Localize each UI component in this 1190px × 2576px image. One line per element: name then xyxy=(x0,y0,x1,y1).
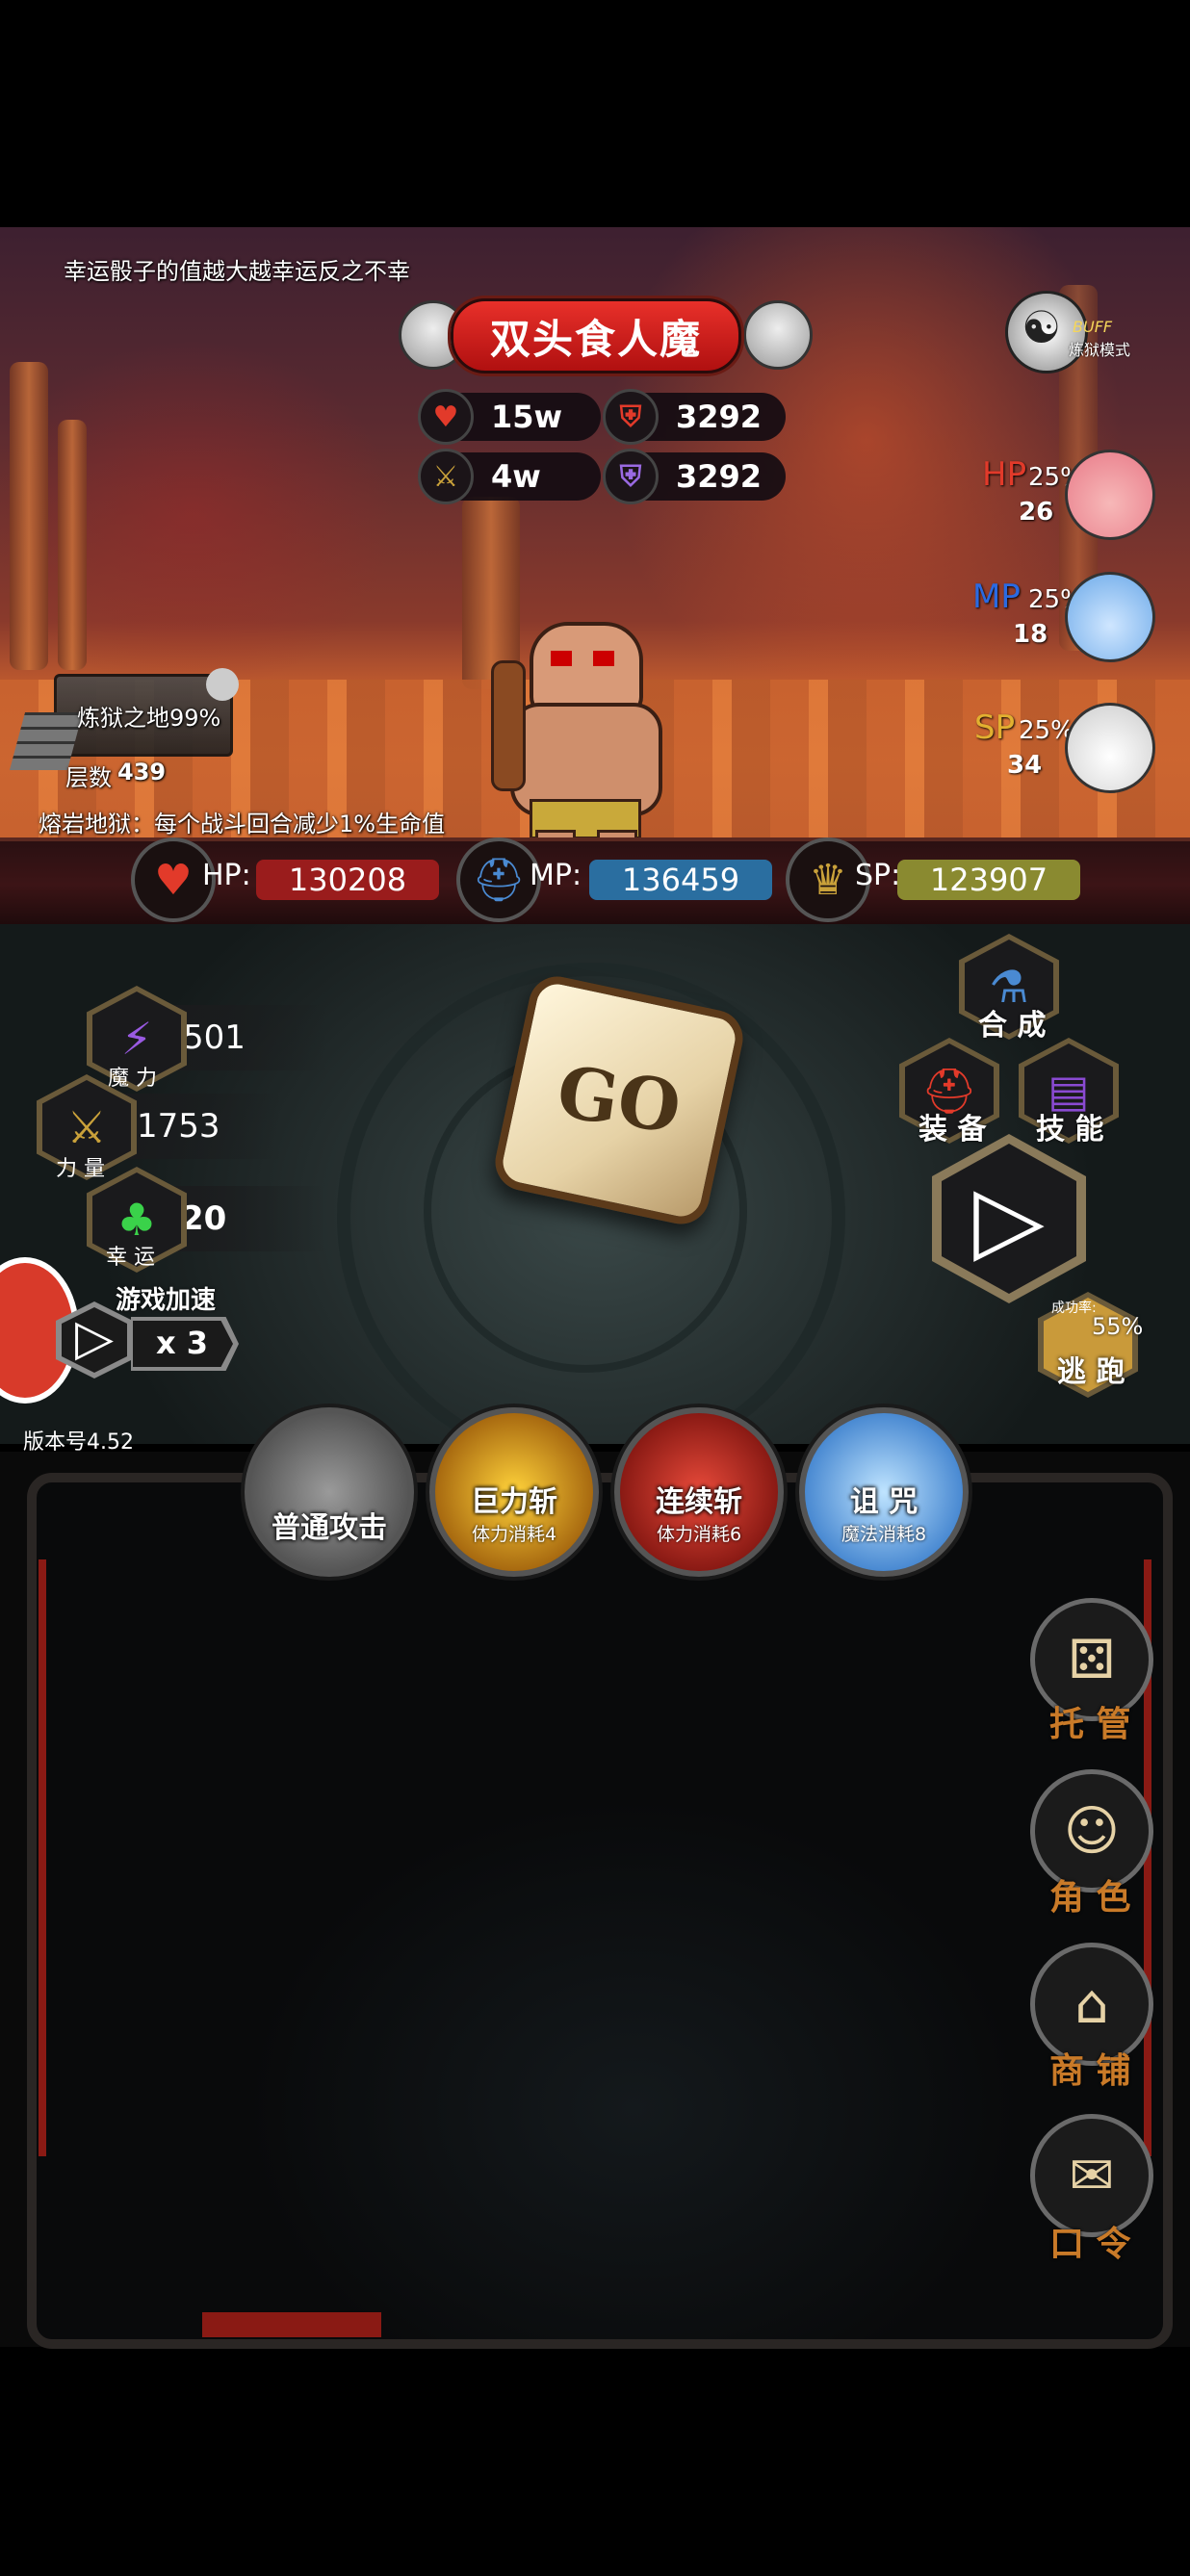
speed-value: x 3 xyxy=(156,1325,209,1361)
skill-name: 巨力斩 xyxy=(471,1485,557,1519)
boss-def-stat: ⛨ 3292 xyxy=(603,389,786,445)
skill-combo-slash[interactable]: 连续斩 体力消耗6 xyxy=(614,1407,784,1577)
panel-bottom-bar xyxy=(202,2312,381,2337)
escape-rate-label: 成功率: xyxy=(1051,1301,1097,1316)
panel-accent-left xyxy=(39,1559,46,2156)
dragon-icon: ☯ xyxy=(1022,301,1062,353)
hp-label: HP: xyxy=(202,859,251,892)
skill-normal-attack[interactable]: 普通攻击 xyxy=(245,1407,414,1577)
play-icon: ▷ xyxy=(75,1309,114,1367)
skull-right-icon xyxy=(743,300,813,370)
magic-label: 魔 力 xyxy=(108,1067,157,1091)
battle-log-panel xyxy=(27,1473,1173,2349)
hooded-figure-icon: ☺ xyxy=(1063,1799,1121,1863)
dice-label: GO xyxy=(552,1050,686,1150)
mp-potion[interactable]: MP 25% 18 xyxy=(972,570,1155,662)
buff-label: BUFF xyxy=(1073,318,1113,336)
equip-label: 装 备 xyxy=(918,1113,987,1146)
power-label: 力 量 xyxy=(56,1157,105,1181)
purple-shield-icon: ⛨ xyxy=(603,449,659,504)
floor-skull-icon xyxy=(206,668,239,701)
sp-potion[interactable]: SP 25% 34 xyxy=(972,701,1155,793)
hp-potion-icon xyxy=(1065,450,1155,540)
boss-def-value: 3292 xyxy=(676,399,763,435)
luck-label: 幸 运 xyxy=(106,1246,155,1270)
hp-potion[interactable]: HP 25% 26 xyxy=(972,448,1155,540)
food-plate-icon xyxy=(1065,703,1155,793)
sp-potion-type: SP xyxy=(974,708,1016,747)
sp-label: SP: xyxy=(855,859,901,892)
hp-potion-type: HP xyxy=(982,455,1027,494)
synth-label: 合 成 xyxy=(978,1009,1047,1043)
boss-atk-value: 4w xyxy=(491,458,541,495)
floor-label: 层数 xyxy=(65,764,112,791)
floor-value: 439 xyxy=(117,759,167,786)
boss-mdef-value: 3292 xyxy=(676,458,763,495)
sword-icon: ⚔ xyxy=(418,449,474,504)
boss-atk-stat: ⚔ 4w xyxy=(418,449,601,504)
escape-rate: 55% xyxy=(1092,1313,1144,1340)
skill-name: 诅 咒 xyxy=(849,1485,918,1519)
boss-hp-stat: ♥ 15w xyxy=(418,389,601,445)
mp-potion-count: 18 xyxy=(1013,620,1048,649)
boss-mdef-stat: ⛨ 3292 xyxy=(603,449,786,504)
heart-icon: ♥ xyxy=(418,389,474,445)
shop-sign-icon: ⌂ xyxy=(1074,1972,1109,2036)
hint-text: 幸运骰子的值越大越幸运反之不幸 xyxy=(64,258,410,285)
red-shield-icon: ⛨ xyxy=(603,389,659,445)
big-play-icon: ▷ xyxy=(942,1144,1076,1294)
skill-cost: 魔法消耗8 xyxy=(841,1524,927,1545)
magic-value: 501 xyxy=(166,1005,327,1070)
scroll-icon: ✉ xyxy=(1069,2144,1115,2207)
speed-toggle[interactable]: ▷ x 3 xyxy=(56,1296,248,1378)
boss-hp-value: 15w xyxy=(491,399,563,435)
hp-potion-count: 26 xyxy=(1019,498,1054,527)
hp-value: 130208 xyxy=(256,860,439,900)
mp-label: MP: xyxy=(530,859,582,892)
escape-label: 逃 跑 xyxy=(1057,1355,1125,1389)
skill-power-slash[interactable]: 巨力斩 体力消耗4 xyxy=(429,1407,599,1577)
buff-mode-text: 炼狱模式 xyxy=(1069,341,1131,359)
skill-book-label: 技 能 xyxy=(1036,1113,1104,1146)
mp-potion-icon xyxy=(1065,572,1155,662)
mp-value: 136459 xyxy=(589,860,772,900)
helmet-icon: ⛑ xyxy=(456,837,541,922)
skill-curse[interactable]: 诅 咒 魔法消耗8 xyxy=(799,1407,969,1577)
luck-value: 20 xyxy=(164,1186,325,1251)
sp-potion-count: 34 xyxy=(1007,751,1043,780)
mp-potion-type: MP xyxy=(972,578,1021,616)
skill-name: 连续斩 xyxy=(656,1485,742,1519)
auto-play-label: 托 管 xyxy=(1049,1705,1131,1744)
skill-cost: 体力消耗4 xyxy=(471,1524,557,1545)
role-label: 角 色 xyxy=(1049,1878,1131,1918)
skill-cost: 体力消耗6 xyxy=(656,1524,742,1545)
dice-pair-icon: ⚄ xyxy=(1068,1628,1116,1691)
terrain-effect: 熔岩地狱：每个战斗回合减少1%生命值 xyxy=(39,811,446,837)
boss-name: 双头食人魔 xyxy=(451,298,741,374)
go-dice-button[interactable]: GO xyxy=(489,970,749,1230)
ogre-boss-sprite[interactable] xyxy=(491,622,674,863)
power-value: 1753 xyxy=(119,1094,281,1159)
code-label: 口 令 xyxy=(1049,2225,1131,2264)
sp-value: 123907 xyxy=(897,860,1080,900)
floor-progress: 炼狱之地99% xyxy=(77,705,221,732)
skill-name: 普通攻击 xyxy=(272,1511,387,1545)
shop-label: 商 铺 xyxy=(1049,2051,1131,2091)
